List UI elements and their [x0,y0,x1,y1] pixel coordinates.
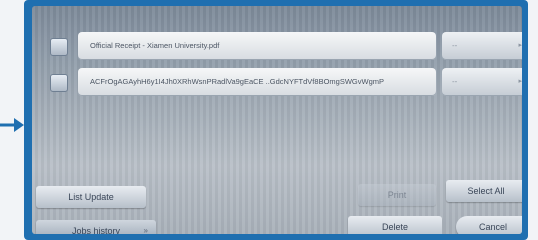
delete-button[interactable]: Delete [348,216,442,234]
cancel-button[interactable]: Cancel [456,216,522,234]
file-name-field[interactable]: ACFrOgAGAyhH6y1I4Jh0XRhWsnPRadlVa9gEaCE … [78,68,436,96]
file-name-field[interactable]: Official Receipt - Xiamen University.pdf [78,32,436,60]
device-frame: Official Receipt - Xiamen University.pdf… [24,0,528,240]
file-options-dropdown[interactable]: -- ▸ [442,32,522,60]
jobs-history-label: Jobs history [71,226,121,234]
select-all-button[interactable]: Select All [446,180,522,202]
file-checkbox[interactable] [50,38,68,56]
dropdown-value: -- [452,77,458,86]
file-row: Official Receipt - Xiamen University.pdf… [50,32,522,62]
chevron-right-icon: ▸ [518,78,522,85]
file-checkbox[interactable] [50,74,68,92]
touch-screen: Official Receipt - Xiamen University.pdf… [32,6,522,234]
file-options-dropdown[interactable]: -- ▸ [442,68,522,96]
dropdown-value: -- [452,41,458,50]
arrow-right-icon [0,118,24,132]
double-chevron-right-icon: » [143,226,148,234]
jobs-history-button[interactable]: Jobs history » [36,220,156,234]
list-update-button[interactable]: List Update [36,186,146,208]
chevron-right-icon: ▸ [518,42,522,49]
print-button[interactable]: Print [358,184,436,206]
file-row: ACFrOgAGAyhH6y1I4Jh0XRhWsnPRadlVa9gEaCE … [50,68,522,98]
